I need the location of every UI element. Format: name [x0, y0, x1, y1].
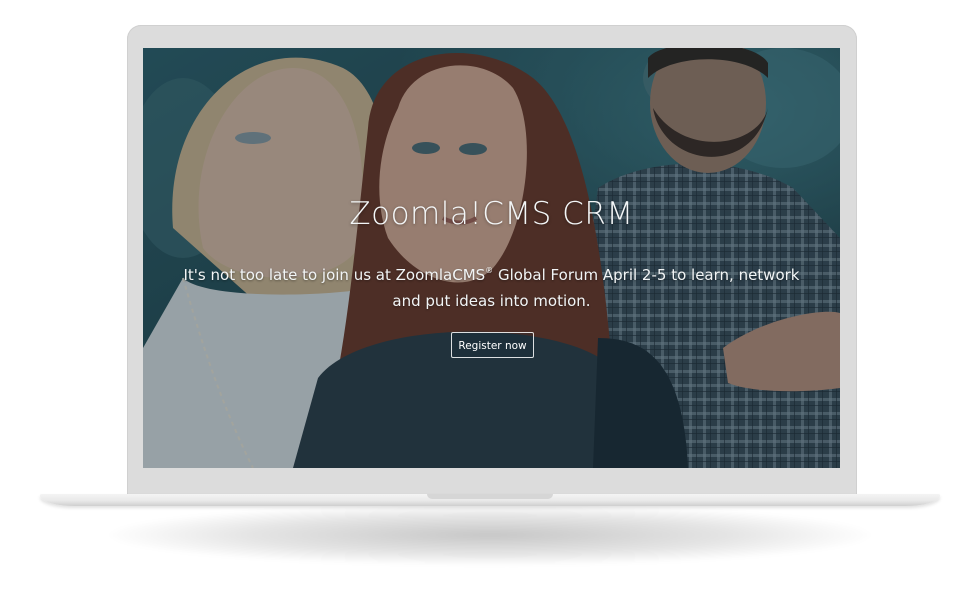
laptop-mockup: Zoomla!CMS CRM It's not too late to join…	[0, 0, 980, 600]
laptop-shadow	[110, 505, 870, 565]
hero-title: Zoomla!CMS CRM	[349, 196, 634, 232]
register-now-button[interactable]: Register now	[451, 332, 534, 358]
registered-mark: ®	[485, 266, 494, 275]
hero-subtitle: It's not too late to join us at ZoomlaCM…	[183, 258, 800, 314]
laptop-screen: Zoomla!CMS CRM It's not too late to join…	[143, 48, 840, 468]
hero-section: Zoomla!CMS CRM It's not too late to join…	[143, 48, 840, 468]
hero-subtitle-part1: It's not too late to join us at ZoomlaCM…	[183, 266, 486, 284]
laptop-notch	[427, 494, 553, 499]
